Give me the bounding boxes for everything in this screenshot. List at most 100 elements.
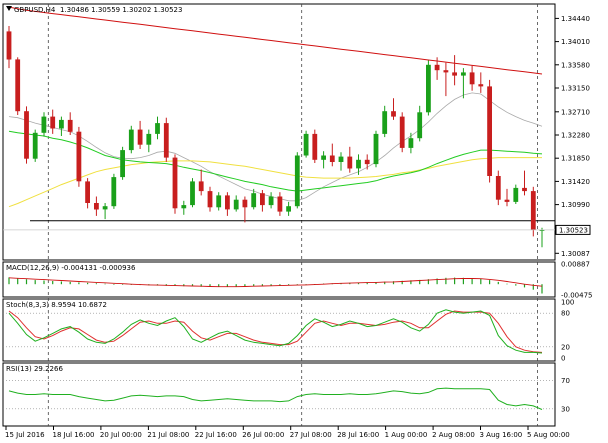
macd-bar [471,278,473,285]
candle-body [190,181,195,206]
stoch-label: Stoch(8,3,3) 8.9594 10.6872 [6,301,107,309]
candle [364,154,370,170]
candle [146,129,152,153]
time-tick-label: 15 Jul 2016 [5,431,45,439]
candle [347,146,353,173]
stoch-layer [3,309,555,354]
candle [102,203,108,220]
candle-body [286,206,291,212]
time-tick-label: 2 Aug 08:00 [432,431,475,439]
macd-bar [69,281,71,285]
candle-body [198,181,204,192]
macd-bar [87,282,89,285]
rsi-line [8,387,543,410]
price-tick-label: 1.30990 [561,201,590,209]
candle-body [347,156,353,169]
rsi-tick-label: 30 [561,405,570,413]
stoch-tick-label: 80 [561,310,570,318]
candle-body [504,199,510,202]
candle [356,154,361,175]
price-tick-label: 1.31420 [561,178,590,186]
current-price-label: 1.30523 [559,226,588,234]
candle [443,62,449,97]
macd-bar [95,283,97,285]
candle [426,60,431,116]
candle [408,132,414,154]
rsi-tick-label: 70 [561,377,570,385]
candle-body [94,203,99,210]
macd-signal-line [8,277,543,288]
candle [478,72,484,93]
candle-body [207,191,213,208]
candle [76,126,82,187]
candle-body [452,72,457,76]
macd-tick-label: 0.00887 [561,261,590,269]
candle-body [268,196,274,206]
candle-body [137,129,143,145]
rsi-panel-frame [2,362,556,427]
price-tick-label: 1.32280 [561,132,590,140]
candle-body [260,193,265,206]
rsi-layer [3,379,555,410]
candle [303,130,309,158]
candle [163,117,169,162]
macd-bar [122,284,124,285]
candle [15,57,21,115]
candle-body [303,133,309,156]
candle-body [364,159,370,165]
price-tick-label: 1.31850 [561,155,590,163]
candle [294,152,300,209]
candle [504,188,510,207]
candle-body [242,199,248,208]
price-tick-label: 1.33150 [561,85,590,93]
candle [172,154,178,214]
candle-body [120,150,125,178]
price-tick-label: 1.34010 [561,38,590,46]
price-tick-label: 1.30087 [561,250,590,258]
candle [190,178,195,208]
macd-layer [8,277,543,294]
candle [242,196,248,223]
candle [216,192,222,211]
candle-body [522,187,527,192]
candle-body [434,64,440,71]
candle [329,143,335,167]
candle-body [399,116,405,148]
symbol-label: GBPUSD,H4 [14,6,56,14]
candle-body [443,70,449,73]
candle-body [329,155,335,162]
candle-body [478,84,484,87]
candle-body [225,195,230,210]
time-tick-label: 1 Aug 00:00 [385,431,428,439]
macd-bar [515,284,517,286]
price-tick-label: 1.33580 [561,61,590,69]
candle-body [172,157,178,209]
candle [181,200,187,215]
candle [539,227,545,248]
candle-body [321,155,326,160]
candle [94,196,99,216]
macd-label: MACD(12,26,9) -0.004131 -0.000936 [6,264,136,272]
candle-body [32,132,38,159]
candle-body [251,193,257,208]
candle [452,55,457,86]
candle-body [67,119,73,132]
candle [120,146,125,180]
candle-body [50,116,56,129]
candle [513,184,519,204]
candle-body [59,119,64,129]
trading-chart: 1.34440 1.34010 1.33580 1.33150 1.32710 1.322… [2,3,592,439]
candle-body [15,59,21,112]
candle [32,129,38,162]
candle-body [111,177,117,207]
candle [111,173,117,209]
candle-body [461,72,466,76]
candle [268,192,274,209]
candle [137,120,143,149]
candle-body [391,111,396,117]
time-tick-label: 5 Aug 00:00 [527,431,570,439]
candle-body [128,129,134,151]
stoch-tick-label: 100 [561,299,574,307]
candle-body [382,111,388,134]
symbol-header: GBPUSD,H4 1.30486 1.30559 1.30202 1.3052… [6,6,182,14]
